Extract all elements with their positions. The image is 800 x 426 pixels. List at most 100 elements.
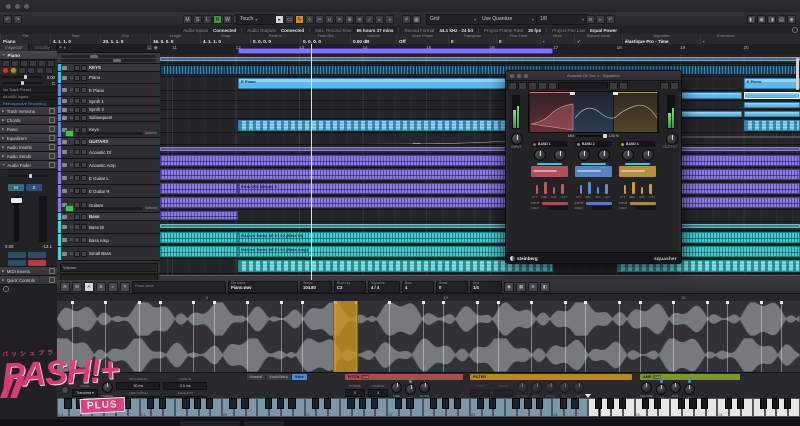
band-mini-slider[interactable] <box>605 184 608 194</box>
plugin-titlebar[interactable]: Acoustic DI: Ins. 1 - Squasher <box>506 71 681 81</box>
info-column-file[interactable]: File Piano <box>0 34 50 44</box>
band-knob-up[interactable] <box>533 149 546 161</box>
audition-button[interactable] <box>61 386 69 394</box>
output-knob[interactable] <box>666 133 678 145</box>
hitpoint-handle[interactable] <box>726 301 730 304</box>
tab-audiowarp[interactable]: AudioWarp <box>266 374 291 380</box>
project-cursor[interactable] <box>311 44 313 280</box>
band-mini-slider[interactable] <box>579 185 582 194</box>
track-mute-button[interactable] <box>74 114 80 121</box>
amp-knob-volume[interactable]: VOLUME <box>640 382 653 398</box>
pitch-field-octave[interactable]: OCTAVE 0 <box>345 384 365 397</box>
track-row-e-guitar-l[interactable]: 19 E Guitar L <box>57 172 160 185</box>
section-header-pitch[interactable]: PITCH mod <box>345 374 463 380</box>
track-row-bass-di[interactable]: 24 Bass DI <box>57 221 160 234</box>
group-volume-slider[interactable] <box>76 206 143 210</box>
fader-record-button[interactable] <box>28 260 46 266</box>
editor-field-beats[interactable]: Beats 0 <box>436 280 468 293</box>
filter-field-shape[interactable]: SHAPE <box>493 384 513 397</box>
status-value[interactable]: Connected <box>213 28 236 33</box>
settings-icon[interactable]: ◉ <box>787 14 796 24</box>
crossover-handle-1[interactable] <box>570 92 576 95</box>
clip[interactable]: E Piano <box>743 78 800 89</box>
bottom-tab[interactable] <box>244 421 284 426</box>
black-key[interactable] <box>642 398 650 409</box>
black-key[interactable] <box>441 398 449 409</box>
automation-curve[interactable] <box>160 133 800 144</box>
hitpoint-handle[interactable] <box>780 301 784 304</box>
band-mini-slider[interactable] <box>623 185 626 194</box>
pitch-field-coarse[interactable]: COARSE 0 <box>368 384 388 397</box>
cycle-region[interactable] <box>238 48 553 54</box>
midi-input-field[interactable]: All MIDI Inputs <box>0 93 57 100</box>
amp-knob-lfo[interactable]: LFO <box>655 380 667 399</box>
black-key[interactable] <box>359 398 367 409</box>
range-select-icon[interactable]: ▭ <box>285 14 294 24</box>
track-solo-button[interactable] <box>81 250 87 257</box>
pitch-knob-lfo[interactable]: LFO <box>405 380 416 399</box>
black-key[interactable] <box>677 398 685 409</box>
grid-type-dropdown[interactable]: Grid ▾ <box>426 13 480 25</box>
black-key[interactable] <box>689 398 697 409</box>
clip[interactable] <box>743 92 800 99</box>
lock-button[interactable] <box>27 67 35 74</box>
track-row-acoustic-amp[interactable]: 18 Acoustic Amp <box>57 159 160 172</box>
record-enable-button[interactable] <box>2 67 9 74</box>
input-knob[interactable] <box>511 133 523 145</box>
object-select-icon[interactable]: ▸ <box>275 14 284 24</box>
hitpoint-handle[interactable] <box>300 301 304 304</box>
quantize-preset-dropdown[interactable]: Use Quantize ▾ <box>478 13 538 25</box>
hitpoint-handle[interactable] <box>617 301 621 304</box>
track-solo-button[interactable] <box>81 114 87 121</box>
band-knob-up[interactable] <box>621 149 634 161</box>
black-key[interactable] <box>512 398 520 409</box>
clip[interactable] <box>743 120 800 131</box>
info-column-start[interactable]: Start 4. 1. 1. 0 <box>50 34 100 44</box>
band-knob-up[interactable] <box>577 149 590 161</box>
band-header[interactable]: BAND 3 <box>619 141 656 147</box>
clip[interactable] <box>743 102 800 108</box>
playback-icon[interactable]: ▹ <box>375 14 384 24</box>
track-mute-button[interactable] <box>74 188 80 194</box>
band-range-slider[interactable] <box>530 166 569 177</box>
hitpoint-handle[interactable] <box>421 301 425 304</box>
monitor-button[interactable] <box>65 204 74 212</box>
clip[interactable] <box>160 155 800 166</box>
track-row-guitars[interactable]: 21GuitarsVolume <box>57 198 160 213</box>
section-header-filter[interactable]: FILTER <box>470 374 632 380</box>
band-mini-slider[interactable] <box>561 184 564 194</box>
band-mix-mini-slider[interactable] <box>581 163 606 165</box>
info-column-end[interactable]: End 20. 1. 1. 0 <box>100 34 150 44</box>
filter-knob-reso[interactable]: RESO <box>531 382 543 398</box>
info-column-transpose[interactable]: Transpose 0 <box>448 34 496 44</box>
fader-button-3[interactable] <box>8 260 26 266</box>
section-midi-inserts[interactable]: ▶ MIDI Inserts <box>0 267 57 276</box>
volume-slider[interactable] <box>2 75 42 79</box>
statusbar-settings-icon[interactable] <box>792 27 798 33</box>
inspector-settings-icon[interactable] <box>3 286 9 292</box>
black-key[interactable] <box>760 398 768 409</box>
band-mini-slider[interactable] <box>544 182 547 194</box>
black-key[interactable] <box>595 398 603 409</box>
track-mute-button[interactable] <box>74 106 80 113</box>
band-range-slider[interactable] <box>618 166 657 177</box>
black-key[interactable] <box>618 398 626 409</box>
track-row-synth-1[interactable]: 13 Synth 1 <box>57 97 160 106</box>
track-row-keys[interactable]: 16KeysVolume <box>57 122 160 138</box>
band-mini-slider[interactable] <box>552 187 555 194</box>
filter-knob-lfo[interactable]: LFO <box>573 382 585 398</box>
status-value[interactable]: Equal Power <box>590 28 617 33</box>
band-mini-slider[interactable] <box>632 182 635 194</box>
draw-icon[interactable]: ✎ <box>295 14 304 24</box>
pan-slider[interactable] <box>2 81 42 85</box>
black-key[interactable] <box>653 398 662 409</box>
track-mute-button[interactable] <box>74 87 80 93</box>
knob[interactable] <box>419 382 430 393</box>
automation-m-button[interactable]: M <box>183 14 192 24</box>
solo-button[interactable] <box>11 60 19 67</box>
monitor-button[interactable] <box>10 67 17 74</box>
playback-icon[interactable]: ▹ <box>596 14 605 24</box>
comp-icon[interactable]: ≋ <box>586 14 595 24</box>
track-row-volume[interactable]: Volume <box>57 261 160 274</box>
black-key[interactable] <box>536 398 544 409</box>
